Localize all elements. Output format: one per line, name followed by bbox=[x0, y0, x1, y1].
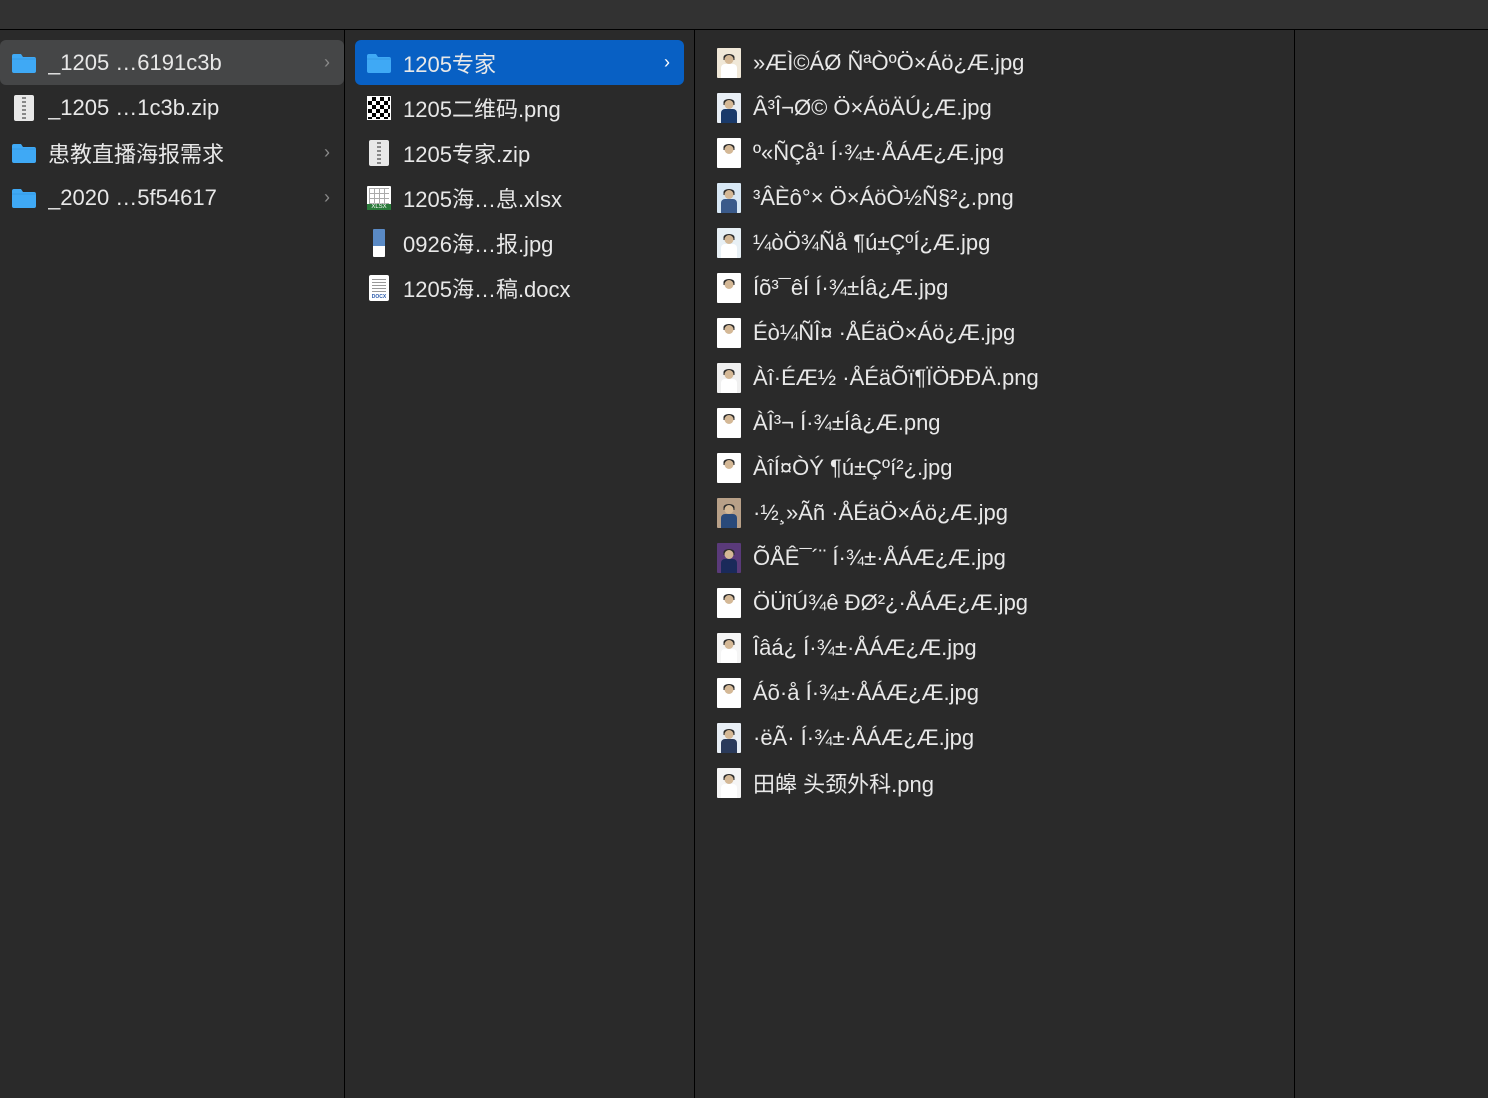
file-name: »ÆÌ©ÁØ ÑªÒºÖ×Áö¿Æ.jpg bbox=[753, 50, 1024, 76]
file-item[interactable]: 1205海…息.xlsx bbox=[355, 175, 684, 220]
person-thumbnail-icon bbox=[715, 409, 743, 437]
person-thumbnail-icon bbox=[715, 274, 743, 302]
file-name: Àî·ÉÆ½ ·ÅÉäÕï¶ÏÖÐÐÄ.png bbox=[753, 365, 1039, 391]
file-item[interactable]: _2020 …5f54617 › bbox=[0, 175, 344, 220]
file-item[interactable]: 1205海…稿.docx bbox=[355, 265, 684, 310]
file-item[interactable]: Â³Î¬Ø© Ö×ÁöÄÚ¿Æ.jpg bbox=[705, 85, 1294, 130]
chevron-right-icon: › bbox=[656, 52, 674, 73]
file-name: º«ÑÇå¹ Í·¾±·ÅÁÆ¿Æ.jpg bbox=[753, 140, 1004, 166]
column-3: »ÆÌ©ÁØ ÑªÒºÖ×Áö¿Æ.jpg Â³Î¬Ø© Ö×ÁöÄÚ¿Æ.jpg… bbox=[695, 30, 1295, 1098]
file-item[interactable]: 田皞 头颈外科.png bbox=[705, 760, 1294, 805]
folder-icon bbox=[365, 49, 393, 77]
person-thumbnail-icon bbox=[715, 319, 743, 347]
person-thumbnail-icon bbox=[715, 634, 743, 662]
file-name: 1205二维码.png bbox=[403, 92, 561, 124]
file-item[interactable]: Àî·ÉÆ½ ·ÅÉäÕï¶ÏÖÐÐÄ.png bbox=[705, 355, 1294, 400]
file-item[interactable]: ÀÎ³¬ Í·¾±Íâ¿Æ.png bbox=[705, 400, 1294, 445]
person-thumbnail-icon bbox=[715, 724, 743, 752]
file-item[interactable]: 1205二维码.png bbox=[355, 85, 684, 130]
docx-icon bbox=[365, 274, 393, 302]
person-thumbnail-icon bbox=[715, 94, 743, 122]
folder-icon bbox=[10, 49, 38, 77]
file-name: ·ëÃ· Í·¾±·ÅÁÆ¿Æ.jpg bbox=[753, 725, 974, 751]
file-item[interactable]: »ÆÌ©ÁØ ÑªÒºÖ×Áö¿Æ.jpg bbox=[705, 40, 1294, 85]
column-1: _1205 …6191c3b›_1205 …1c3b.zip患教直播海报需求›_… bbox=[0, 30, 345, 1098]
xlsx-icon bbox=[365, 184, 393, 212]
person-thumbnail-icon bbox=[715, 769, 743, 797]
file-item[interactable]: 1205专家 › bbox=[355, 40, 684, 85]
person-thumbnail-icon bbox=[715, 499, 743, 527]
file-name: _1205 …1c3b.zip bbox=[48, 95, 219, 121]
file-item[interactable]: ·½¸»Ãñ ·ÅÉäÖ×Áö¿Æ.jpg bbox=[705, 490, 1294, 535]
toolbar bbox=[0, 0, 1488, 30]
file-name: ·½¸»Ãñ ·ÅÉäÖ×Áö¿Æ.jpg bbox=[753, 500, 1008, 526]
file-item[interactable]: ¼òÖ¾Ñå ¶ú±ÇºÍ¿Æ.jpg bbox=[705, 220, 1294, 265]
chevron-right-icon: › bbox=[316, 52, 334, 73]
person-thumbnail-icon bbox=[715, 589, 743, 617]
file-item[interactable]: º«ÑÇå¹ Í·¾±·ÅÁÆ¿Æ.jpg bbox=[705, 130, 1294, 175]
file-item[interactable]: ·ëÃ· Í·¾±·ÅÁÆ¿Æ.jpg bbox=[705, 715, 1294, 760]
file-item[interactable]: ÖÜîÚ¾ê ÐØ²¿·ÅÁÆ¿Æ.jpg bbox=[705, 580, 1294, 625]
file-item[interactable]: 0926海…报.jpg bbox=[355, 220, 684, 265]
file-name: ÖÜîÚ¾ê ÐØ²¿·ÅÁÆ¿Æ.jpg bbox=[753, 590, 1028, 616]
chevron-right-icon: › bbox=[316, 187, 334, 208]
file-item[interactable]: ÕÅÊ¯´¨ Í·¾±·ÅÁÆ¿Æ.jpg bbox=[705, 535, 1294, 580]
file-name: 1205海…稿.docx bbox=[403, 272, 571, 304]
person-thumbnail-icon bbox=[715, 229, 743, 257]
file-item[interactable]: Íõ³¯êÍ Í·¾±Íâ¿Æ.jpg bbox=[705, 265, 1294, 310]
folder-icon bbox=[10, 184, 38, 212]
person-thumbnail-icon bbox=[715, 364, 743, 392]
file-item[interactable]: 1205专家.zip bbox=[355, 130, 684, 175]
finder-columns: _1205 …6191c3b›_1205 …1c3b.zip患教直播海报需求›_… bbox=[0, 30, 1488, 1098]
file-name: 1205专家 bbox=[403, 47, 496, 79]
image-icon bbox=[365, 229, 393, 257]
file-name: _1205 …6191c3b bbox=[48, 50, 222, 76]
file-name: Íõ³¯êÍ Í·¾±Íâ¿Æ.jpg bbox=[753, 275, 948, 301]
file-name: ³ÂÈô°× Ö×ÁöÒ½Ñ§²¿.png bbox=[753, 185, 1014, 211]
file-name: _2020 …5f54617 bbox=[48, 185, 217, 211]
zip-icon bbox=[10, 94, 38, 122]
file-name: 田皞 头颈外科.png bbox=[753, 767, 934, 799]
file-name: ¼òÖ¾Ñå ¶ú±ÇºÍ¿Æ.jpg bbox=[753, 230, 990, 256]
person-thumbnail-icon bbox=[715, 544, 743, 572]
folder-icon bbox=[10, 139, 38, 167]
chevron-right-icon: › bbox=[316, 142, 334, 163]
file-name: 1205专家.zip bbox=[403, 137, 530, 169]
file-name: 1205海…息.xlsx bbox=[403, 182, 562, 214]
file-item[interactable]: _1205 …1c3b.zip bbox=[0, 85, 344, 130]
person-thumbnail-icon bbox=[715, 679, 743, 707]
file-name: Â³Î¬Ø© Ö×ÁöÄÚ¿Æ.jpg bbox=[753, 95, 992, 121]
file-name: ÕÅÊ¯´¨ Í·¾±·ÅÁÆ¿Æ.jpg bbox=[753, 545, 1006, 571]
person-thumbnail-icon bbox=[715, 184, 743, 212]
file-item[interactable]: _1205 …6191c3b › bbox=[0, 40, 344, 85]
column-2: 1205专家 › 1205二维码.png 1205专家.zip 1205海…息.xlsx… bbox=[345, 30, 695, 1098]
file-name: ÀîÍ¤ÒÝ ¶ú±Çºí²¿.jpg bbox=[753, 455, 952, 481]
file-item[interactable]: Éò¼ÑÎ¤ ·ÅÉäÖ×Áö¿Æ.jpg bbox=[705, 310, 1294, 355]
file-name: Áõ·å Í·¾±·ÅÁÆ¿Æ.jpg bbox=[753, 680, 979, 706]
file-item[interactable]: 患教直播海报需求 › bbox=[0, 130, 344, 175]
person-thumbnail-icon bbox=[715, 139, 743, 167]
file-item[interactable]: ÀîÍ¤ÒÝ ¶ú±Çºí²¿.jpg bbox=[705, 445, 1294, 490]
file-item[interactable]: Îâá¿ Í·¾±·ÅÁÆ¿Æ.jpg bbox=[705, 625, 1294, 670]
person-thumbnail-icon bbox=[715, 49, 743, 77]
file-item[interactable]: Áõ·å Í·¾±·ÅÁÆ¿Æ.jpg bbox=[705, 670, 1294, 715]
file-item[interactable]: ³ÂÈô°× Ö×ÁöÒ½Ñ§²¿.png bbox=[705, 175, 1294, 220]
file-name: Îâá¿ Í·¾±·ÅÁÆ¿Æ.jpg bbox=[753, 635, 977, 661]
file-name: Éò¼ÑÎ¤ ·ÅÉäÖ×Áö¿Æ.jpg bbox=[753, 320, 1015, 346]
person-thumbnail-icon bbox=[715, 454, 743, 482]
qr-icon bbox=[365, 94, 393, 122]
file-name: ÀÎ³¬ Í·¾±Íâ¿Æ.png bbox=[753, 410, 941, 436]
file-name: 患教直播海报需求 bbox=[48, 137, 224, 169]
zip-icon bbox=[365, 139, 393, 167]
file-name: 0926海…报.jpg bbox=[403, 227, 553, 259]
